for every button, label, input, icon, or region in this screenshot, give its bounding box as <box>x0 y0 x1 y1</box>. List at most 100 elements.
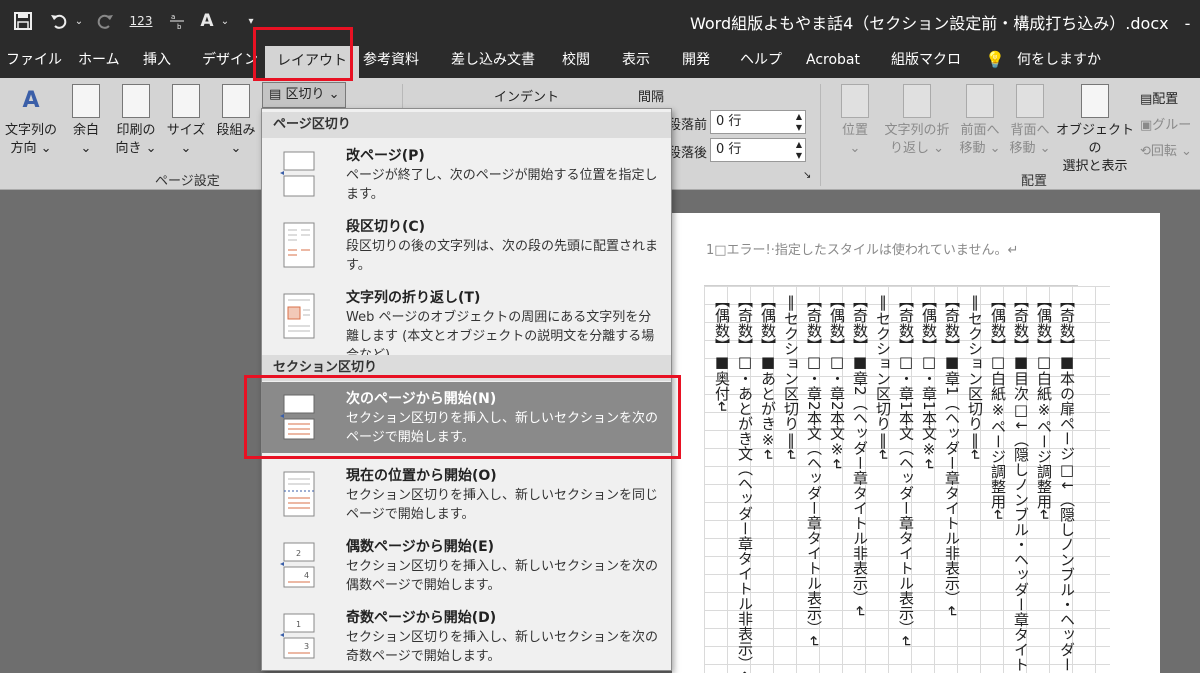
menu-item-continuous[interactable]: 現在の位置から開始(O) セクション区切りを挿入し、新しいセクションを同じページ… <box>262 459 671 530</box>
tab-home[interactable]: ホーム <box>78 42 120 78</box>
menu-item-column-break[interactable]: 段区切り(C) 段区切りの後の文字列は、次の段の先頭に配置されます。 <box>262 210 671 281</box>
even-icon-bottom-number: 4 <box>304 571 309 580</box>
undo-icon[interactable] <box>46 8 72 34</box>
indent-label: インデント <box>494 90 560 105</box>
chevron-down-icon: ⌄ <box>849 141 861 156</box>
document-column: ‖セクション区切り‖↵ <box>874 293 892 462</box>
tab-help[interactable]: ヘルプ <box>740 42 782 78</box>
group-button[interactable]: ▣グルー <box>1140 114 1191 133</box>
menu-item-description: ページが終了し、次のページが開始する位置を指定します。 <box>346 168 658 202</box>
orientation-label-1: 印刷の <box>116 123 156 138</box>
document-column: 【偶数】□白紙※ページ調整用↵ <box>989 293 1007 522</box>
tell-me-search[interactable]: 何をしますか <box>1017 42 1101 78</box>
document-column: 【奇数】■目次□↓（隠しノンブル・ヘッダー章タイト <box>1012 293 1030 672</box>
rotate-icon: ⟲ <box>1140 144 1151 159</box>
menu-item-title: 改ページ(P) <box>346 148 425 164</box>
margins-button[interactable]: 余白 ⌄ <box>66 84 106 158</box>
document-column: 【奇数】■本の扉ページ□↓（隠しノンブル・ヘッダー <box>1058 293 1076 672</box>
arrange-group-label: 配置 <box>1021 174 1048 189</box>
columns-button[interactable]: 段組み ⌄ <box>212 84 260 158</box>
menu-item-title: 文字列の折り返し(T) <box>346 290 481 306</box>
group-icon: ▣ <box>1140 118 1153 133</box>
tab-insert[interactable]: 挿入 <box>143 42 171 78</box>
document-column: 【奇数】■章2（ヘッダー章タイトル非表示）↵ <box>851 293 869 619</box>
document-page[interactable]: 1□エラー!·指定したスタイルは使われていません。↵ 【奇数】■本の扉ページ□↓… <box>672 213 1160 673</box>
svg-text:b: b <box>177 23 182 31</box>
size-button[interactable]: サイズ ⌄ <box>166 84 206 158</box>
page-breaks-header: ページ区切り <box>262 112 671 138</box>
column-break-icon <box>283 222 315 268</box>
document-column: 【奇数】■章1（ヘッダー章タイトル非表示）↵ <box>943 293 961 619</box>
menu-item-text-wrapping[interactable]: 文字列の折り返し(T) Web ページのオブジェクトの周囲にある文字列を分離しま… <box>262 281 671 363</box>
breaks-label: 区切り <box>285 87 325 102</box>
undo-dropdown-icon[interactable]: ⌄ <box>72 8 86 34</box>
document-column: 【奇数】□・あとがき文（ヘッダー章タイトル非表示）↵ <box>736 293 754 673</box>
spacing-after-label: 段落後 <box>668 146 708 161</box>
text-effect-icon[interactable]: A <box>196 8 218 34</box>
tab-review[interactable]: 校閲 <box>562 42 590 78</box>
text-direction-icon: A <box>22 88 40 113</box>
page-header-text: 1□エラー!·指定したスタイルは使われていません。↵ <box>706 243 1019 258</box>
tab-acrobat[interactable]: Acrobat <box>806 42 860 78</box>
text-direction-button[interactable]: A 文字列の 方向 ⌄ <box>2 84 60 158</box>
menu-item-odd-page[interactable]: 13 奇数ページから開始(D) セクション区切りを挿入し、新しいセクションを次の… <box>262 601 671 672</box>
text-wrapping-icon <box>283 293 315 339</box>
align-button[interactable]: ▤配置 <box>1140 88 1178 107</box>
size-label: サイズ <box>166 123 206 138</box>
send-backward-button[interactable]: 背面へ 移動 ⌄ <box>1006 84 1054 158</box>
wrap-text-button[interactable]: 文字列の折 り返し ⌄ <box>880 84 954 158</box>
menu-item-even-page[interactable]: 24 偶数ページから開始(E) セクション区切りを挿入し、新しいセクションを次の… <box>262 530 671 601</box>
document-column: 【偶数】■奥付↵ <box>713 293 731 414</box>
menu-item-page-break[interactable]: 改ページ(P) ページが終了し、次のページが開始する位置を指定します。 <box>262 139 671 210</box>
menu-item-description: セクション区切りを挿入し、新しいセクションを次の偶数ページで開始します。 <box>346 559 659 593</box>
chevron-down-icon: ⌄ <box>80 141 92 156</box>
odd-icon-top-number: 1 <box>296 620 301 629</box>
tab-view[interactable]: 表示 <box>622 42 650 78</box>
ribbon-tabs: ファイル ホーム 挿入 デザイン レイアウト 参考資料 差し込み文書 校閲 表示… <box>0 42 1200 78</box>
document-column: 【奇数】□・章2本文（ヘッダー章タイトル表示）↵ <box>805 293 823 649</box>
spacing-label: 間隔 <box>638 90 665 105</box>
bring-forward-label-2: 移動 ⌄ <box>959 141 1001 156</box>
spinner-icon[interactable]: ▲ ▼ <box>796 111 802 133</box>
menu-item-title: 段区切り(C) <box>346 219 426 235</box>
menu-item-title: 偶数ページから開始(E) <box>346 539 495 555</box>
document-column: ‖セクション区切り‖↵ <box>782 293 800 462</box>
tab-developer[interactable]: 開発 <box>682 42 710 78</box>
rotate-button[interactable]: ⟲回転 ⌄ <box>1140 140 1192 159</box>
tab-mailings[interactable]: 差し込み文書 <box>451 42 535 78</box>
document-column: 【奇数】□・章1本文（ヘッダー章タイトル表示）↵ <box>897 293 915 649</box>
even-page-section-icon: 24 <box>280 542 315 588</box>
tab-file[interactable]: ファイル <box>6 42 62 78</box>
chevron-down-icon: ⌄ <box>230 141 242 156</box>
orientation-button[interactable]: 印刷の 向き ⌄ <box>112 84 160 158</box>
spinner-icon[interactable]: ▲ ▼ <box>796 139 802 161</box>
fraction-icon[interactable]: ab <box>164 8 190 34</box>
tab-design[interactable]: デザイン <box>202 42 258 78</box>
text-direction-label-1: 文字列の <box>4 123 57 138</box>
highlight-layout-tab <box>253 27 353 81</box>
bring-forward-label-1: 前面へ <box>960 123 1000 138</box>
dialog-launcher-icon[interactable]: ↘ <box>803 170 811 181</box>
bring-forward-button[interactable]: 前面へ 移動 ⌄ <box>956 84 1004 158</box>
group-divider <box>820 84 821 186</box>
spacing-after-input[interactable]: 0 行 ▲ ▼ <box>710 138 806 162</box>
menu-item-description: セクション区切りを挿入し、新しいセクションを次の奇数ページで開始します。 <box>346 630 659 664</box>
selection-pane-button[interactable]: オブジェクトの 選択と表示 <box>1056 84 1134 176</box>
document-column: ‖セクション区切り‖↵ <box>966 293 984 462</box>
breaks-button[interactable]: ▤ 区切り ⌄ <box>262 82 347 108</box>
selection-pane-label-2: 選択と表示 <box>1062 159 1128 174</box>
align-label: 配置 <box>1152 92 1179 107</box>
title-bar: ⌄ 123 ab A ⌄ ▾ Word組版よもやま話4（セクション設定前・構成打… <box>0 0 1200 42</box>
bring-forward-icon <box>966 84 994 118</box>
position-button[interactable]: 位置 ⌄ <box>836 84 874 158</box>
spacing-before-input[interactable]: 0 行 ▲ ▼ <box>710 110 806 134</box>
breaks-icon: ▤ <box>269 87 282 102</box>
tab-references[interactable]: 参考資料 <box>363 42 419 78</box>
tab-typesetting-macro[interactable]: 組版マクロ <box>891 42 961 78</box>
position-icon <box>841 84 869 118</box>
text-effect-dropdown-icon[interactable]: ⌄ <box>218 8 232 34</box>
save-icon[interactable] <box>10 8 36 34</box>
send-backward-label-2: 移動 ⌄ <box>1009 141 1051 156</box>
numbering-icon[interactable]: 123 <box>126 8 156 34</box>
redo-icon[interactable] <box>92 8 118 34</box>
